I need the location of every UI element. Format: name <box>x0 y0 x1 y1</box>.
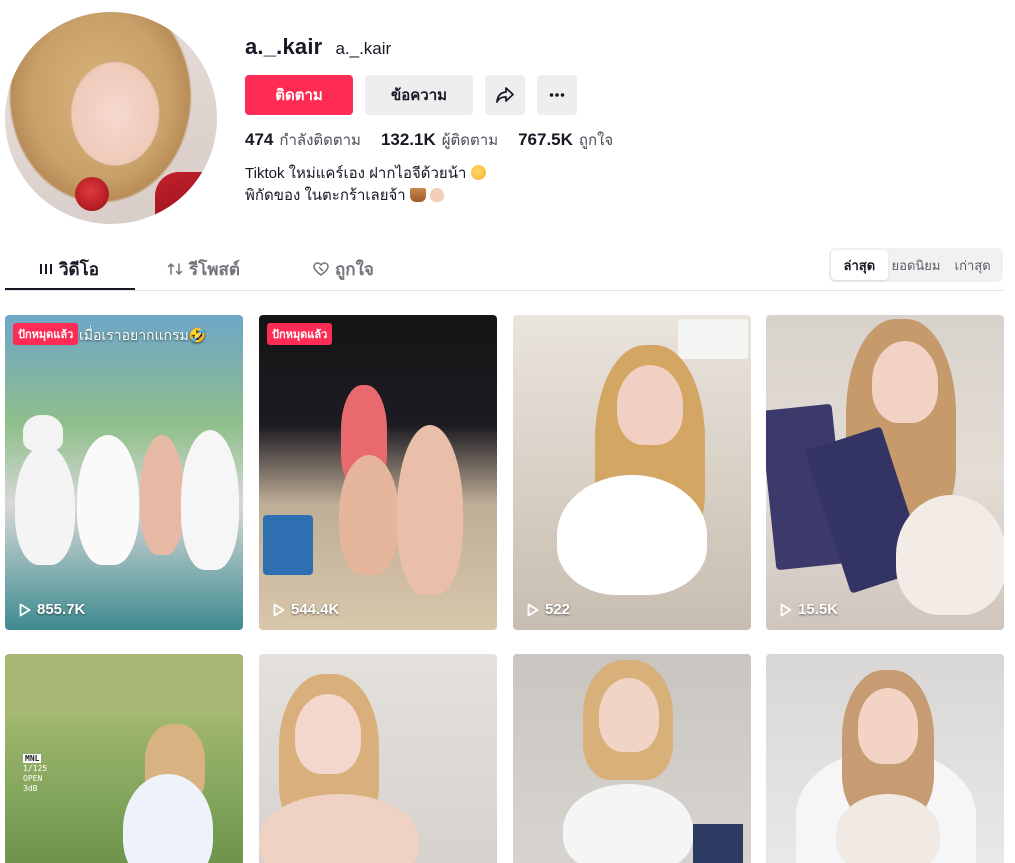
video-card[interactable]: 522 <box>513 315 751 630</box>
rose-graphic <box>75 177 109 211</box>
tab-videos[interactable]: วิดีโอ <box>39 247 99 291</box>
profile-subtitle: a._.kair <box>335 39 392 58</box>
bio-line-2: พิกัดของ ในตะกร้าเลยจ้า <box>245 185 486 207</box>
air-conditioner-graphic <box>678 319 748 359</box>
view-count-value: 544.4K <box>291 601 340 618</box>
stat-likes-count: 767.5K <box>518 130 573 149</box>
person-graphic <box>15 445 75 565</box>
top-graphic <box>563 784 693 863</box>
profile-name-row: a._.kair a._.kair <box>245 34 391 60</box>
repost-icon <box>167 263 183 275</box>
stat-followers[interactable]: 132.1K ผู้ติดตาม <box>381 128 498 152</box>
stat-likes-label: ถูกใจ <box>578 132 614 149</box>
top-graphic <box>896 495 1004 615</box>
profile-stats: 474 กำลังติดตาม 132.1K ผู้ติดตาม 767.5K … <box>245 128 613 152</box>
video-card[interactable] <box>513 654 751 863</box>
camera-overlay: MNL 1/125 OPEN 3dB <box>23 754 47 794</box>
share-icon <box>496 87 514 103</box>
camera-mode: MNL <box>23 754 42 763</box>
bio-line-1-text: Tiktok ใหม่แคร์เอง ฝากไอจีด้วยน้า <box>245 165 467 182</box>
video-card[interactable] <box>766 654 1004 863</box>
face-graphic <box>858 688 918 764</box>
video-card[interactable] <box>259 654 497 863</box>
sort-popular[interactable]: ยอดนิยม <box>888 250 945 280</box>
hedge-graphic <box>5 654 243 714</box>
follow-button[interactable]: ติดตาม <box>245 75 353 115</box>
person-graphic <box>397 425 463 595</box>
pinned-badge: ปักหมุดแล้ว <box>13 323 79 345</box>
video-card[interactable]: MNL 1/125 OPEN 3dB <box>5 654 243 863</box>
tab-reposts[interactable]: รีโพสต์ <box>167 247 240 291</box>
camera-shutter: 1/125 <box>23 764 48 773</box>
video-card[interactable]: ปักหมุดแล้ว 544.4K <box>259 315 497 630</box>
grid-icon <box>40 264 52 274</box>
video-card[interactable]: 15.5K <box>766 315 1004 630</box>
view-count: 855.7K <box>19 601 85 618</box>
video-caption-overlay: เมื่อเราอยากแกรม🤣 <box>79 327 207 343</box>
bio-line-1: Tiktok ใหม่แคร์เอง ฝากไอจีด้วยน้า <box>245 163 486 185</box>
person-graphic <box>77 435 139 565</box>
profile-title: a._.kair <box>245 34 323 59</box>
person-graphic <box>140 435 184 555</box>
message-button[interactable]: ข้อความ <box>365 75 473 115</box>
sort-oldest[interactable]: เก่าสุด <box>944 250 1001 280</box>
sort-toggle: ล่าสุด ยอดนิยม เก่าสุด <box>829 248 1003 282</box>
share-button[interactable] <box>485 75 525 115</box>
view-count: 522 <box>527 601 570 618</box>
view-count-value: 15.5K <box>798 601 839 618</box>
camera-gain: 3dB <box>23 784 38 793</box>
active-tab-indicator <box>5 288 135 290</box>
face-graphic <box>617 365 683 445</box>
person-graphic <box>181 430 239 570</box>
pinned-badge: ปักหมุดแล้ว <box>267 323 333 345</box>
tab-liked[interactable]: ถูกใจ <box>313 247 374 291</box>
tab-videos-label: วิดีโอ <box>59 259 99 279</box>
play-icon <box>19 603 31 616</box>
face-graphic <box>872 341 938 423</box>
smile-emoji-icon <box>470 165 486 180</box>
view-count-value: 522 <box>545 601 571 618</box>
camera-aperture: OPEN <box>23 774 43 783</box>
video-card[interactable]: ปักหมุดแล้ว เมื่อเราอยากแกรม🤣 855.7K <box>5 315 243 630</box>
more-icon <box>549 93 565 97</box>
heart-icon <box>313 262 329 276</box>
basket-graphic <box>263 515 313 575</box>
top-graphic <box>557 475 707 595</box>
bio-line-2-text: พิกัดของ ในตะกร้าเลยจ้า <box>245 187 406 204</box>
profile-bio: Tiktok ใหม่แคร์เอง ฝากไอจีด้วยน้า พิกัดข… <box>245 163 486 207</box>
play-icon <box>273 603 285 616</box>
dress-graphic <box>155 172 215 224</box>
pointing-hand-emoji-icon <box>430 188 445 202</box>
face-graphic <box>295 694 361 774</box>
tab-liked-label: ถูกใจ <box>335 259 374 279</box>
person-graphic <box>339 455 399 575</box>
sort-latest[interactable]: ล่าสุด <box>831 250 888 280</box>
face-graphic <box>599 678 659 752</box>
profile-avatar[interactable] <box>5 12 217 224</box>
play-icon <box>527 603 539 616</box>
view-count: 544.4K <box>273 601 339 618</box>
profile-actions: ติดตาม ข้อความ <box>245 75 577 115</box>
screen-graphic <box>693 824 743 863</box>
view-count-value: 855.7K <box>37 601 86 618</box>
tab-reposts-label: รีโพสต์ <box>189 259 240 279</box>
stat-likes: 767.5K ถูกใจ <box>518 128 613 152</box>
stat-following[interactable]: 474 กำลังติดตาม <box>245 128 361 152</box>
stat-following-count: 474 <box>245 130 274 149</box>
stat-followers-label: ผู้ติดตาม <box>441 132 499 149</box>
stat-followers-count: 132.1K <box>380 130 436 149</box>
view-count: 15.5K <box>780 601 838 618</box>
more-button[interactable] <box>537 75 577 115</box>
stat-following-label: กำลังติดตาม <box>279 132 361 149</box>
play-icon <box>780 603 792 616</box>
basket-emoji-icon <box>409 188 426 202</box>
